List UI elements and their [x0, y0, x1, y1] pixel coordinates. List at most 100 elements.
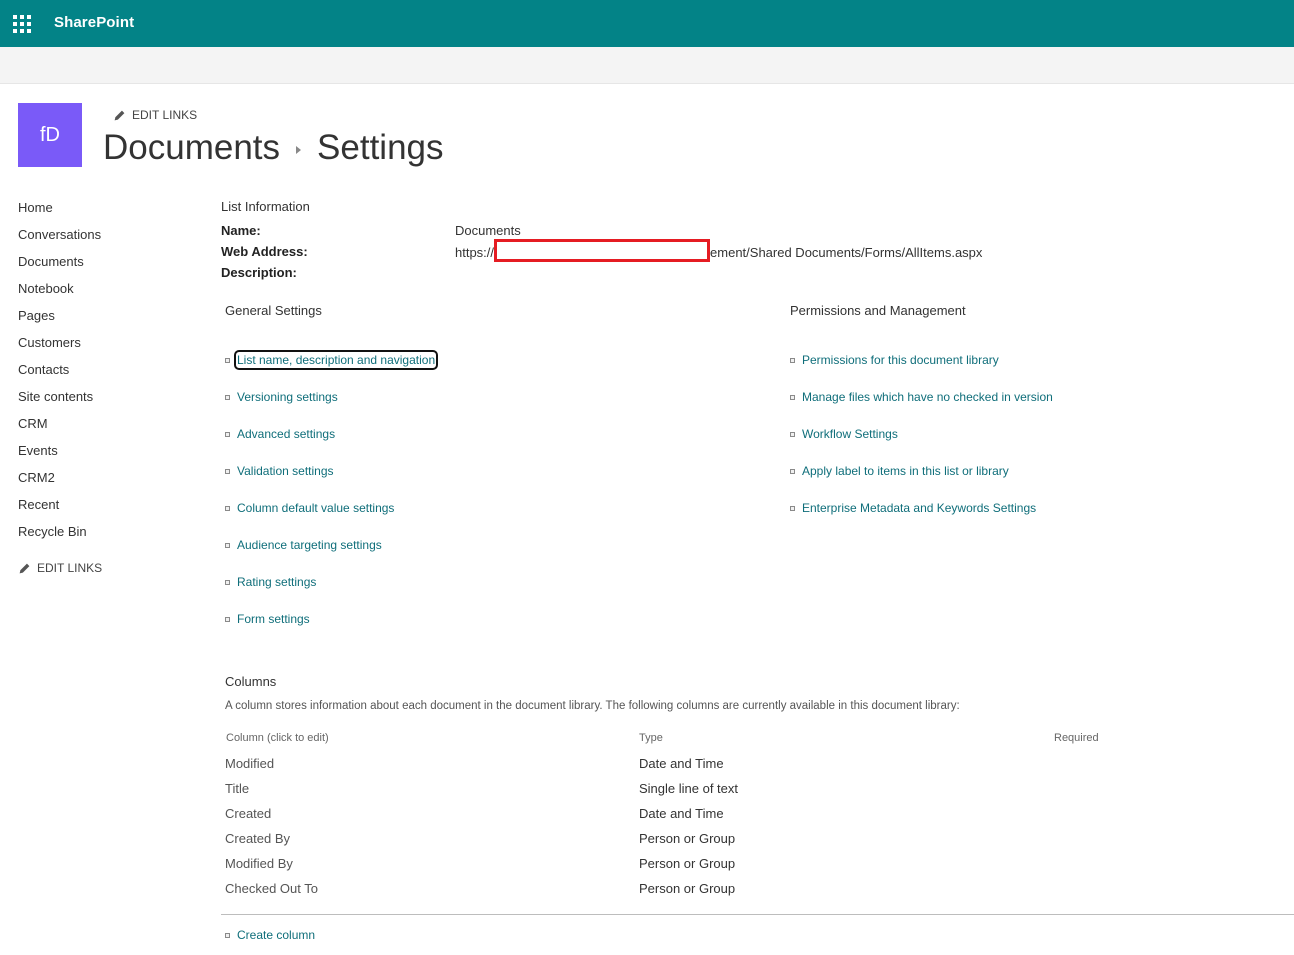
- column-header-name: Column (click to edit): [226, 732, 329, 744]
- site-logo[interactable]: fD: [18, 103, 82, 167]
- enterprise-metadata-link[interactable]: Enterprise Metadata and Keywords Setting…: [802, 501, 1036, 515]
- top-edit-links-label: EDIT LINKS: [132, 108, 198, 122]
- list-name-link[interactable]: List name, description and navigation: [233, 350, 439, 370]
- ribbon-bar: [0, 47, 1294, 84]
- bullet-icon: [790, 358, 795, 363]
- column-type: Single line of text: [639, 781, 739, 796]
- pencil-icon: [114, 110, 125, 120]
- nav-item-events[interactable]: Events: [18, 442, 102, 469]
- permissions-heading: Permissions and Management: [790, 303, 966, 318]
- bullet-icon: [225, 580, 230, 585]
- versioning-settings-link[interactable]: Versioning settings: [237, 390, 338, 404]
- column-name-link[interactable]: Created By: [225, 831, 290, 846]
- nav-item-documents[interactable]: Documents: [18, 253, 102, 280]
- nav-item-site-contents[interactable]: Site contents: [18, 388, 102, 415]
- validation-settings-link[interactable]: Validation settings: [237, 464, 334, 478]
- list-item: Enterprise Metadata and Keywords Setting…: [790, 501, 1053, 538]
- bullet-icon: [225, 933, 230, 938]
- list-information-heading: List Information: [221, 199, 310, 214]
- column-name-link[interactable]: Checked Out To: [225, 881, 318, 896]
- permissions-library-link[interactable]: Permissions for this document library: [802, 353, 999, 367]
- column-default-value-link[interactable]: Column default value settings: [237, 501, 394, 515]
- table-row: Checked Out To Person or Group: [225, 881, 1125, 906]
- nav-item-contacts[interactable]: Contacts: [18, 361, 102, 388]
- column-type: Date and Time: [639, 756, 724, 771]
- bullet-icon: [225, 469, 230, 474]
- web-address-label: Web Address:: [221, 244, 308, 259]
- nav-edit-links-label: EDIT LINKS: [37, 561, 103, 575]
- column-name-link[interactable]: Modified: [225, 756, 274, 771]
- web-address-value: https:// ement/Shared Documents/Forms/All…: [455, 239, 983, 263]
- nav-item-recycle-bin[interactable]: Recycle Bin: [18, 523, 102, 550]
- app-launcher-icon[interactable]: [13, 15, 31, 33]
- list-item: Versioning settings: [225, 390, 435, 427]
- table-row: Created Date and Time: [225, 806, 1125, 831]
- pencil-icon: [19, 563, 30, 573]
- bullet-icon: [225, 432, 230, 437]
- nav-item-recent[interactable]: Recent: [18, 496, 102, 523]
- nav-item-notebook[interactable]: Notebook: [18, 280, 102, 307]
- list-item: List name, description and navigation: [225, 350, 439, 390]
- page-title: Documents Settings: [103, 128, 444, 168]
- list-item: Advanced settings: [225, 427, 435, 464]
- workflow-settings-link[interactable]: Workflow Settings: [802, 427, 898, 441]
- permissions-links: Permissions for this document library Ma…: [790, 353, 1053, 538]
- list-item: Validation settings: [225, 464, 435, 501]
- list-item: Column default value settings: [225, 501, 435, 538]
- audience-targeting-link[interactable]: Audience targeting settings: [237, 538, 382, 552]
- redaction-box: [494, 239, 711, 262]
- bullet-icon: [225, 358, 230, 363]
- apply-label-link[interactable]: Apply label to items in this list or lib…: [802, 464, 1009, 478]
- bullet-icon: [790, 432, 795, 437]
- rating-settings-link[interactable]: Rating settings: [237, 575, 316, 589]
- list-item: Create column: [225, 928, 315, 942]
- advanced-settings-link[interactable]: Advanced settings: [237, 427, 335, 441]
- left-navigation: Home Conversations Documents Notebook Pa…: [18, 199, 102, 575]
- general-settings-heading: General Settings: [225, 303, 322, 318]
- nav-item-crm[interactable]: CRM: [18, 415, 102, 442]
- bullet-icon: [790, 506, 795, 511]
- nav-item-pages[interactable]: Pages: [18, 307, 102, 334]
- form-settings-link[interactable]: Form settings: [237, 612, 310, 626]
- manage-files-link[interactable]: Manage files which have no checked in ve…: [802, 390, 1053, 404]
- name-value: Documents: [455, 223, 521, 238]
- column-type: Person or Group: [639, 856, 736, 871]
- columns-divider: [221, 914, 1294, 915]
- table-row: Created By Person or Group: [225, 831, 1125, 856]
- list-item: Audience targeting settings: [225, 538, 435, 575]
- list-item: Permissions for this document library: [790, 353, 1053, 390]
- table-row: Title Single line of text: [225, 781, 1125, 806]
- column-header-type: Type: [639, 732, 663, 744]
- column-header-required: Required: [1054, 732, 1099, 744]
- breadcrumb-arrow-icon: [296, 146, 302, 154]
- top-edit-links[interactable]: EDIT LINKS: [113, 108, 197, 122]
- bullet-icon: [225, 395, 230, 400]
- suite-bar: SharePoint: [0, 0, 1294, 47]
- site-logo-initials: fD: [40, 123, 60, 146]
- description-label: Description:: [221, 265, 297, 280]
- breadcrumb-settings: Settings: [317, 128, 444, 167]
- bullet-icon: [790, 395, 795, 400]
- nav-item-conversations[interactable]: Conversations: [18, 226, 102, 253]
- table-row: Modified Date and Time: [225, 756, 1125, 781]
- columns-heading: Columns: [225, 674, 277, 689]
- column-name-link[interactable]: Title: [225, 781, 249, 796]
- bullet-icon: [225, 617, 230, 622]
- breadcrumb-documents[interactable]: Documents: [103, 128, 280, 168]
- column-name-link[interactable]: Created: [225, 806, 271, 821]
- nav-item-home[interactable]: Home: [18, 199, 102, 226]
- nav-item-crm2[interactable]: CRM2: [18, 469, 102, 496]
- create-column-link[interactable]: Create column: [237, 928, 315, 942]
- list-item: Manage files which have no checked in ve…: [790, 390, 1053, 427]
- web-address-prefix: https://: [455, 244, 495, 260]
- list-item: Rating settings: [225, 575, 435, 612]
- brand-title[interactable]: SharePoint: [54, 14, 134, 31]
- nav-item-customers[interactable]: Customers: [18, 334, 102, 361]
- column-name-link[interactable]: Modified By: [225, 856, 293, 871]
- table-row: Modified By Person or Group: [225, 856, 1125, 881]
- web-address-suffix: ement/Shared Documents/Forms/AllItems.as…: [710, 244, 983, 260]
- nav-edit-links[interactable]: EDIT LINKS: [18, 561, 102, 575]
- list-item: Form settings: [225, 612, 435, 649]
- columns-description: A column stores information about each d…: [225, 700, 960, 712]
- list-item: Apply label to items in this list or lib…: [790, 464, 1053, 501]
